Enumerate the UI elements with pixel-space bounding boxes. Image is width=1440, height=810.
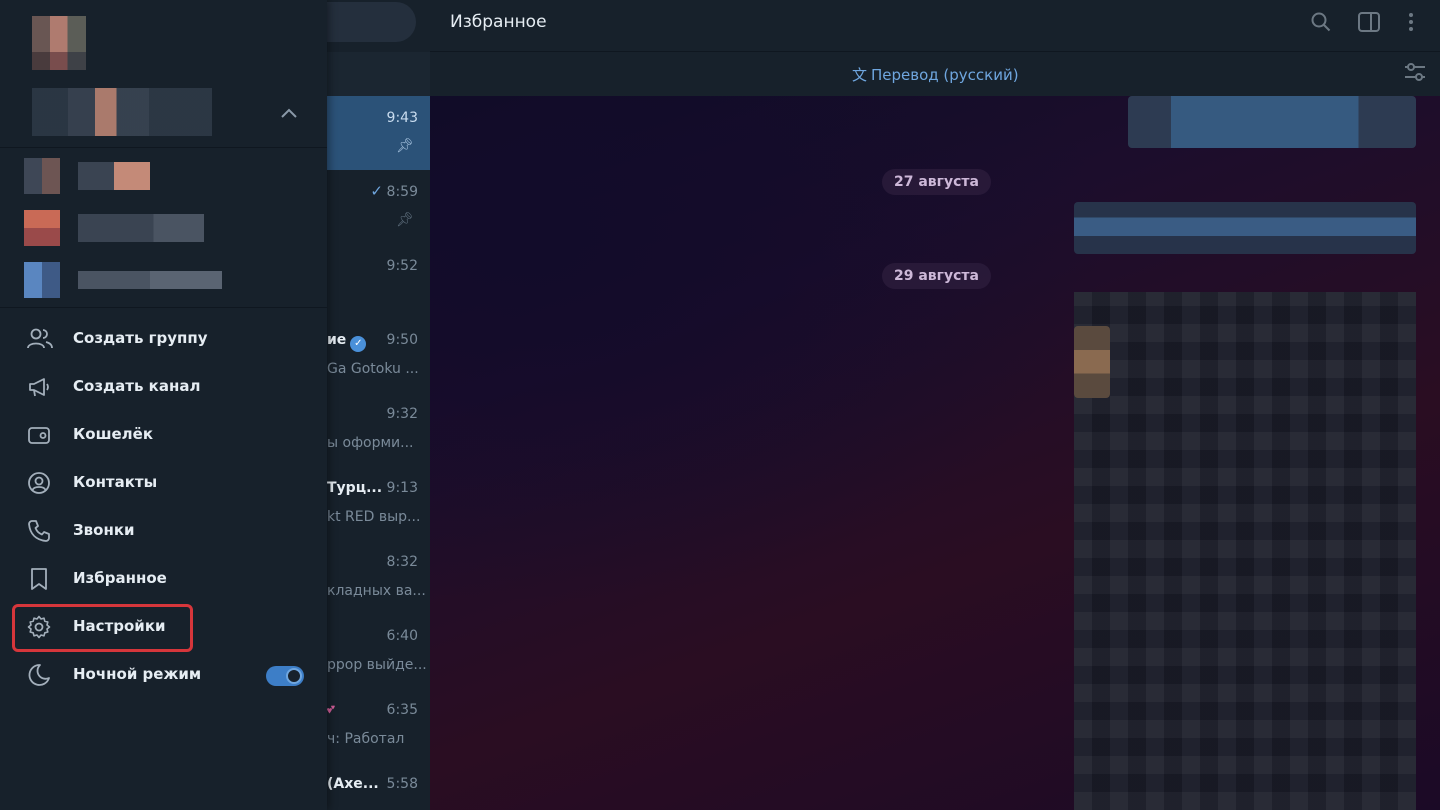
chat-row[interactable]: ие ✓ 9:50 Ga Gotoku ... (327, 318, 430, 392)
pin-icon: 📌︎ (396, 138, 414, 154)
blurred-message[interactable] (1074, 202, 1416, 254)
menu-label: Избранное (73, 569, 167, 587)
blurred-message[interactable] (1128, 96, 1416, 148)
avatar (24, 210, 60, 246)
chat-time: 5:58 (386, 776, 418, 792)
bookmark-icon (27, 567, 51, 591)
more-icon[interactable] (1396, 10, 1426, 40)
conversation-panel: Избранное 文 Перевод (русский) 27 августа … (430, 0, 1440, 810)
menu-item-calls[interactable]: Звонки (0, 507, 327, 555)
chat-preview: ррор выйде... (327, 657, 427, 673)
blurred-avatar (1074, 326, 1110, 398)
drawer-menu: Создать группу Создать канал Кошелёк Кон… (0, 315, 327, 699)
chat-time: 6:40 (386, 628, 418, 644)
blurred-image-message[interactable] (1074, 292, 1416, 810)
chat-preview: kt RED выр... (327, 509, 421, 525)
chat-time: 9:50 (386, 332, 418, 348)
chat-preview: ы оформи... (327, 435, 414, 451)
chat-name: (Axe... (327, 776, 379, 792)
chat-preview: ч: Работал (327, 731, 405, 747)
translate-icon: 文 (852, 66, 868, 84)
menu-item-wallet[interactable]: Кошелёк (0, 411, 327, 459)
verified-icon: ✓ (350, 336, 367, 352)
sidebar-toggle-icon[interactable] (1354, 10, 1384, 40)
avatar (24, 158, 60, 194)
contact-icon (27, 471, 51, 495)
account-name-blurred (78, 271, 222, 289)
menu-label: Создать группу (73, 329, 208, 347)
side-menu-drawer: Создать группу Создать канал Кошелёк Кон… (0, 0, 327, 810)
account-item[interactable] (24, 262, 224, 298)
chat-time: 8:59 (386, 184, 418, 200)
chat-title[interactable]: Избранное (450, 12, 547, 32)
chat-row[interactable]: 9:52 (327, 244, 430, 318)
read-check-icon: ✓ (370, 182, 383, 200)
menu-label: Ночной режим (73, 665, 202, 683)
menu-item-create-channel[interactable]: Создать канал (0, 363, 327, 411)
avatar[interactable] (32, 16, 86, 70)
menu-label: Кошелёк (73, 425, 154, 443)
menu-label: Настройки (73, 617, 166, 635)
translate-settings-icon[interactable] (1404, 62, 1426, 87)
menu-item-create-group[interactable]: Создать группу (0, 315, 327, 363)
date-separator: 29 августа (882, 263, 991, 289)
chat-row[interactable]: 💕︎ 6:35 ч: Работал (327, 688, 430, 762)
menu-item-settings[interactable]: Настройки (0, 603, 327, 652)
chat-row[interactable]: 9:32 ы оформи... (327, 392, 430, 466)
account-name-blurred (78, 214, 204, 242)
heart-icon: 💕︎ (327, 702, 335, 717)
menu-label: Звонки (73, 521, 135, 539)
chat-header: Избранное (430, 0, 1440, 52)
chat-row[interactable]: Турц... 9:13 kt RED выр... (327, 466, 430, 540)
chat-row[interactable]: 6:40 ррор выйде... (327, 614, 430, 688)
chat-name: ие ✓ (327, 332, 367, 352)
chat-row[interactable]: ✓ 8:59 📌︎ (327, 170, 430, 244)
moon-icon (27, 663, 51, 687)
phone-icon (27, 519, 51, 543)
account-name-blurred (32, 88, 212, 136)
group-icon (27, 327, 53, 351)
menu-label: Контакты (73, 473, 158, 491)
date-separator: 27 августа (882, 169, 991, 195)
pin-icon: 📌︎ (396, 212, 414, 228)
folder-strip (327, 52, 430, 96)
chat-time: 9:52 (386, 258, 418, 274)
account-item[interactable] (24, 210, 224, 246)
chat-row[interactable]: 8:32 кладных ва... (327, 540, 430, 614)
wallet-icon (27, 423, 51, 447)
megaphone-icon (27, 375, 51, 399)
menu-item-contacts[interactable]: Контакты (0, 459, 327, 507)
menu-item-night-mode[interactable]: Ночной режим (0, 651, 327, 699)
translate-label: Перевод (русский) (871, 66, 1019, 84)
chat-time: 6:35 (386, 702, 418, 718)
chat-preview: кладных ва... (327, 583, 426, 599)
chat-row[interactable]: 9:43 📌︎ (327, 96, 430, 170)
translate-button[interactable]: 文 Перевод (русский) (852, 64, 1019, 85)
chat-time: 8:32 (386, 554, 418, 570)
chat-time: 9:13 (386, 480, 418, 496)
menu-label: Создать канал (73, 377, 201, 395)
search-icon[interactable] (1306, 10, 1336, 40)
night-mode-toggle[interactable] (266, 666, 304, 686)
drawer-header (0, 0, 327, 148)
chat-preview: Ga Gotoku ... (327, 361, 419, 377)
chat-time: 9:32 (386, 406, 418, 422)
chat-name: Турц... (327, 480, 383, 496)
chevron-up-icon[interactable] (280, 100, 298, 124)
account-list (0, 150, 327, 308)
translate-bar[interactable]: 文 Перевод (русский) (430, 52, 1440, 96)
avatar (24, 262, 60, 298)
account-name-blurred (78, 162, 150, 190)
chat-row[interactable]: (Axe... 5:58 (327, 762, 430, 810)
gear-icon (27, 615, 51, 639)
menu-item-saved[interactable]: Избранное (0, 555, 327, 603)
account-item[interactable] (24, 158, 224, 194)
chat-time: 9:43 (386, 110, 418, 126)
